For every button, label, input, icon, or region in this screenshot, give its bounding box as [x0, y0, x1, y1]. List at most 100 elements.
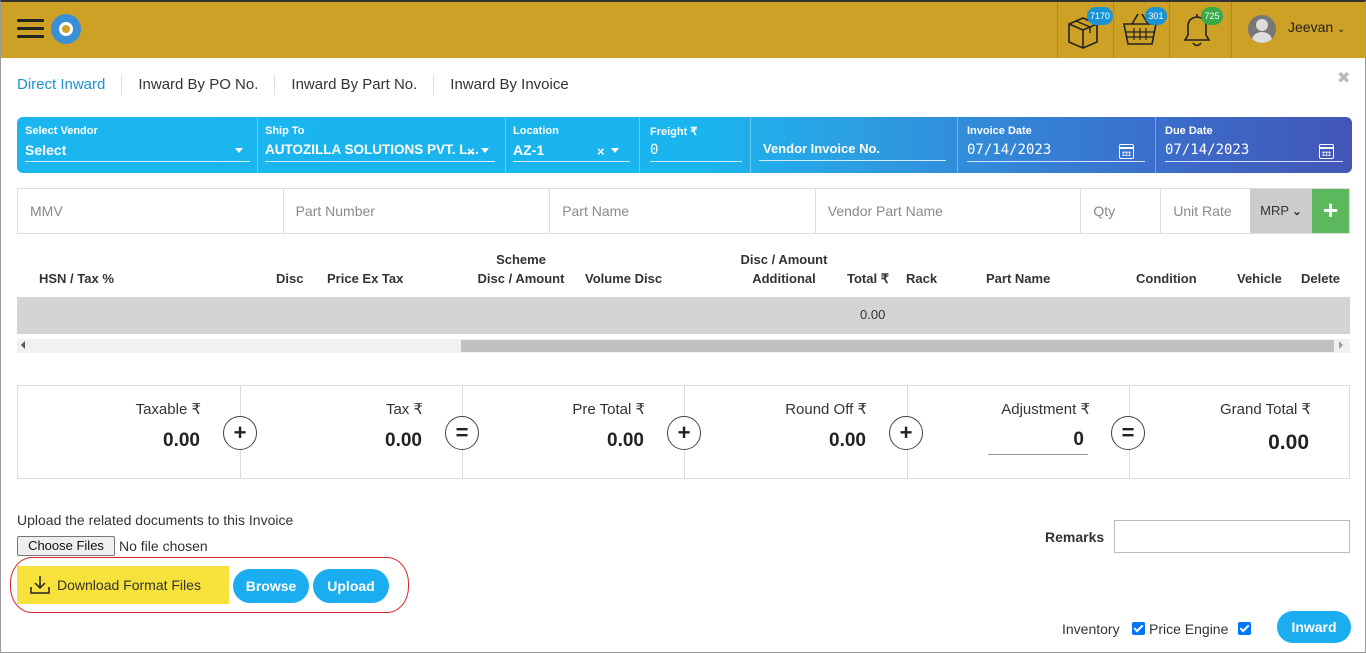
taxable-label: Taxable ₹: [135, 401, 201, 418]
upload-instructions: Upload the related documents to this Inv…: [17, 512, 294, 528]
chevron-down-icon: ⌄: [1292, 206, 1302, 218]
cart-count-badge: 301: [1145, 7, 1167, 25]
tab-inward-by-po[interactable]: Inward By PO No.: [122, 75, 276, 95]
clear-icon[interactable]: ×: [467, 144, 475, 159]
invoice-date-field[interactable]: Invoice Date 07/14/2023: [967, 117, 1145, 173]
remarks-input[interactable]: [1114, 520, 1350, 553]
clear-icon[interactable]: ×: [597, 144, 605, 159]
avatar[interactable]: [1248, 15, 1276, 43]
adjustment-input[interactable]: 0: [988, 429, 1088, 455]
freight-value: 0: [650, 142, 742, 162]
calendar-icon[interactable]: [1319, 144, 1334, 159]
col-hsn: HSN / Tax %: [39, 271, 114, 286]
tax-value: 0.00: [385, 430, 422, 451]
chevron-down-icon: [235, 148, 243, 153]
mmv-input[interactable]: MMV: [18, 189, 284, 233]
browse-button[interactable]: Browse: [233, 569, 309, 603]
top-navbar: 7170 301 725 Jeevan ⌄: [1, 2, 1365, 58]
col-vehicle: Vehicle: [1237, 271, 1282, 286]
choose-files-button[interactable]: Choose Files: [17, 536, 115, 556]
qty-input[interactable]: Qty: [1081, 189, 1162, 233]
inward-button[interactable]: Inward: [1277, 611, 1351, 643]
pre-total-value: 0.00: [607, 430, 644, 451]
calendar-icon[interactable]: [1119, 144, 1134, 159]
tab-inward-by-part[interactable]: Inward By Part No.: [275, 75, 435, 95]
inward-tabs: Direct Inward Inward By PO No. Inward By…: [17, 74, 585, 96]
navbar-divider: [1113, 2, 1114, 58]
col-scheme-line1: Scheme: [496, 252, 546, 267]
col-condition: Condition: [1136, 271, 1197, 286]
due-date-value: 07/14/2023: [1165, 142, 1343, 162]
col-additional-line2: Additional: [752, 271, 816, 286]
ship-to-value: AUTOZILLA SOLUTIONS PVT. L...: [265, 142, 495, 162]
grand-total-value: 0.00: [1268, 431, 1309, 454]
chevron-down-icon: [611, 148, 619, 153]
filter-divider: [1155, 117, 1156, 173]
tab-inward-by-invoice[interactable]: Inward By Invoice: [434, 75, 584, 95]
vendor-invoice-field[interactable]: Vendor Invoice No.: [759, 117, 946, 173]
hamburger-menu-icon[interactable]: [17, 19, 44, 39]
tax-label: Tax ₹: [385, 401, 423, 418]
plus-icon: +: [889, 416, 923, 450]
col-scheme: Scheme Disc / Amount: [473, 250, 569, 288]
download-icon: [29, 574, 51, 596]
col-price-ex-tax: Price Ex Tax: [327, 271, 404, 286]
add-part-button[interactable]: +: [1312, 189, 1349, 233]
ship-to-select[interactable]: Ship To AUTOZILLA SOLUTIONS PVT. L... ×: [265, 117, 495, 173]
vendor-invoice-placeholder: Vendor Invoice No.: [759, 141, 946, 161]
user-menu[interactable]: Jeevan ⌄: [1288, 19, 1345, 35]
col-disc: Disc: [276, 271, 304, 286]
rate-type-select[interactable]: MRP ⌄: [1250, 189, 1313, 233]
round-off-label: Round Off ₹: [785, 401, 867, 418]
inventory-checkbox[interactable]: [1132, 622, 1145, 635]
username: Jeevan: [1288, 19, 1334, 35]
taxable-value: 0.00: [163, 430, 200, 451]
unit-rate-input[interactable]: Unit Rate: [1161, 189, 1250, 233]
table-total-value: 0.00: [860, 307, 886, 322]
chevron-down-icon: [481, 148, 489, 153]
price-engine-checkbox[interactable]: [1238, 622, 1251, 635]
navbar-divider: [1169, 2, 1170, 58]
freight-field[interactable]: Freight ₹ 0: [650, 117, 742, 173]
part-name-input[interactable]: Part Name: [550, 189, 816, 233]
grand-total-label: Grand Total ₹: [1220, 401, 1311, 418]
remarks-label: Remarks: [1045, 529, 1105, 545]
due-date-label: Due Date: [1165, 125, 1213, 137]
download-label: Download Format Files: [57, 577, 201, 593]
part-number-input[interactable]: Part Number: [284, 189, 551, 233]
box-count-badge: 7170: [1087, 7, 1114, 25]
part-entry-row: MMV Part Number Part Name Vendor Part Na…: [17, 188, 1350, 234]
col-delete: Delete: [1301, 271, 1341, 286]
upload-button[interactable]: Upload: [313, 569, 389, 603]
scroll-right-icon[interactable]: [1339, 341, 1343, 349]
filter-divider: [505, 117, 506, 173]
col-scheme-line2: Disc / Amount: [477, 271, 565, 286]
col-additional: Disc / Amount Additional: [735, 250, 833, 288]
app-window: 7170 301 725 Jeevan ⌄ Direct Inward Inwa…: [0, 0, 1366, 653]
price-engine-label: Price Engine: [1149, 621, 1229, 637]
location-label: Location: [513, 125, 559, 137]
close-icon[interactable]: ✖: [1337, 68, 1350, 87]
location-select[interactable]: Location AZ-1 ×: [513, 117, 630, 173]
scrollbar-thumb[interactable]: [461, 340, 1334, 352]
invoice-date-label: Invoice Date: [967, 125, 1032, 137]
scroll-left-icon[interactable]: [21, 341, 25, 349]
filter-divider: [957, 117, 958, 173]
adjustment-label: Adjustment ₹: [1001, 401, 1090, 418]
vendor-label: Select Vendor: [25, 125, 98, 137]
pre-total-label: Pre Total ₹: [572, 401, 645, 418]
filter-divider: [257, 117, 258, 173]
col-additional-line1: Disc / Amount: [740, 252, 828, 267]
rate-type-value: MRP: [1260, 203, 1289, 218]
filter-divider: [639, 117, 640, 173]
col-rack: Rack: [906, 271, 938, 286]
vendor-part-name-input[interactable]: Vendor Part Name: [816, 189, 1082, 233]
inventory-label: Inventory: [1062, 621, 1120, 637]
totals-panel: Taxable ₹ 0.00 + Tax ₹ 0.00 = Pre Total …: [17, 385, 1350, 479]
tab-direct-inward[interactable]: Direct Inward: [17, 75, 123, 95]
table-total-row: [17, 297, 1350, 334]
vendor-select[interactable]: Select Vendor Select: [25, 117, 250, 173]
col-total: Total ₹: [847, 271, 889, 286]
due-date-field[interactable]: Due Date 07/14/2023: [1165, 117, 1343, 173]
chevron-down-icon: ⌄: [1337, 24, 1346, 35]
